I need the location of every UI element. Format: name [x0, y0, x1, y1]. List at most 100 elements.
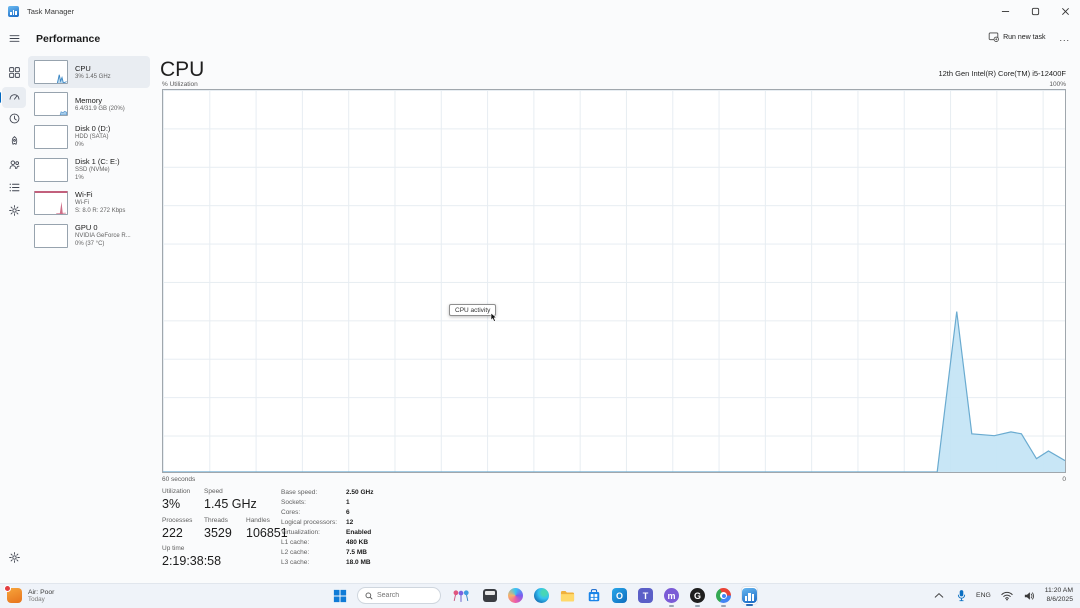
taskbar-icon-pins-app[interactable]: [450, 586, 472, 605]
tray-date: 8/6/2025: [1045, 596, 1073, 605]
cpu-spec-details: Base speed:2.50 GHzSockets:1Cores:6 Logic…: [281, 487, 373, 567]
services-icon: [8, 204, 21, 222]
taskbar-icon-chrome[interactable]: [715, 586, 732, 605]
m-app-icon: m: [664, 588, 679, 603]
processor-name: 12th Gen Intel(R) Core(TM) i5-12400F: [938, 69, 1066, 78]
taskbar-icon-files-dark-app[interactable]: [481, 586, 498, 605]
microsoft-store-icon: [587, 588, 601, 603]
task-manager-icon: [742, 588, 757, 603]
handles-label: Handles: [246, 517, 270, 524]
detail-row: L3 cache:18.0 MB: [281, 557, 373, 567]
x-right-label: 0: [1062, 476, 1066, 483]
sidebar-item-disk-0-d[interactable]: Disk 0 (D:)HDD (SATA)0%: [28, 120, 150, 153]
sidebar-item-line2: SSD (NVMe): [75, 166, 120, 174]
nav-item-services[interactable]: [2, 202, 26, 223]
run-new-task-button[interactable]: Run new task: [988, 31, 1045, 44]
sidebar-item-disk-1-c-e[interactable]: Disk 1 (C: E:)SSD (NVMe)1%: [28, 153, 150, 186]
weather-icon: [6, 587, 23, 604]
taskbar-icon-copilot[interactable]: [507, 586, 524, 605]
performance-icon: [8, 89, 21, 107]
pins-app-icon: [451, 588, 471, 603]
taskbar-icon-file-explorer[interactable]: [559, 586, 576, 605]
task-manager-app-icon: [8, 2, 19, 20]
disk-0-d-mini-chart: [34, 125, 68, 149]
hamburger-icon: [8, 32, 21, 50]
nav-item-users[interactable]: [2, 156, 26, 177]
taskbar-search[interactable]: [357, 587, 441, 604]
sidebar-item-line2: HDD (SATA): [75, 133, 110, 141]
sidebar-item-memory[interactable]: Memory6.4/31.9 GB (20%): [28, 88, 150, 120]
detail-value: Enabled: [346, 529, 371, 536]
detail-row: L2 cache:7.5 MB: [281, 547, 373, 557]
window-controls: [990, 0, 1080, 22]
more-options-button[interactable]: ...: [1059, 33, 1070, 43]
maximize-button[interactable]: [1020, 0, 1050, 22]
files-dark-app-icon: [483, 589, 497, 602]
search-input[interactable]: [377, 592, 435, 599]
tray-time: 11:20 AM: [1045, 587, 1073, 596]
taskbar-icon-teams[interactable]: T: [637, 586, 654, 605]
detail-label: Base speed:: [281, 489, 346, 496]
tray-wifi-icon[interactable]: [1000, 586, 1014, 605]
sidebar-item-title: Disk 1 (C: E:): [75, 157, 120, 166]
uptime-value: 2:19:38:58: [162, 554, 221, 568]
detail-row: Sockets:1: [281, 497, 373, 507]
detail-row: Virtualization:Enabled: [281, 527, 373, 537]
minimize-button[interactable]: [990, 0, 1020, 22]
sidebar-item-wi-fi[interactable]: Wi-FiWi-FiS: 8.0 R: 272 Kbps: [28, 186, 150, 219]
wi-fi-mini-chart: [34, 191, 68, 215]
taskbar-icon-g-app[interactable]: G: [689, 586, 706, 605]
detail-row: L1 cache:480 KB: [281, 537, 373, 547]
sidebar-item-title: Disk 0 (D:): [75, 124, 110, 133]
sidebar-item-line2: NVIDIA GeForce R...: [75, 232, 131, 240]
mouse-cursor-icon: [490, 311, 498, 329]
sidebar-item-line3: 1%: [75, 174, 120, 182]
taskbar-weather-widget[interactable]: Air: Poor Today: [6, 583, 54, 608]
cpu-mini-chart: [34, 60, 68, 84]
copilot-icon: [508, 588, 523, 603]
tray-clock[interactable]: 11:20 AM 8/6/2025: [1045, 587, 1073, 604]
nav-item-performance[interactable]: [2, 87, 26, 108]
start-button[interactable]: [331, 586, 348, 605]
taskbar-icon-task-manager[interactable]: [741, 586, 758, 605]
taskbar-icon-microsoft-store[interactable]: [585, 586, 602, 605]
gpu-0-mini-chart: [34, 224, 68, 248]
detail-row: Cores:6: [281, 507, 373, 517]
sidebar-item-line2: Wi-Fi: [75, 199, 125, 207]
teams-icon: T: [638, 588, 653, 603]
nav-item-app-history[interactable]: [2, 110, 26, 131]
taskbar-icon-edge[interactable]: [533, 586, 550, 605]
page-title: Performance: [36, 33, 100, 45]
uptime-label: Up time: [162, 545, 184, 552]
detail-row: Base speed:2.50 GHz: [281, 487, 373, 497]
tray-volume-icon[interactable]: [1023, 586, 1036, 605]
cpu-utilization-chart[interactable]: CPU activity: [162, 89, 1066, 473]
nav-item-processes[interactable]: [2, 64, 26, 85]
tray-microphone-icon[interactable]: [955, 586, 967, 605]
g-app-icon: G: [690, 588, 705, 603]
nav-item-details[interactable]: [2, 179, 26, 200]
sidebar-item-cpu[interactable]: CPU3% 1.45 GHz: [28, 56, 150, 88]
detail-label: L1 cache:: [281, 539, 346, 546]
weather-line1: Air: Poor: [28, 589, 54, 596]
run-new-task-label: Run new task: [1003, 34, 1045, 41]
detail-label: Logical processors:: [281, 519, 346, 526]
sidebar-item-line2: 6.4/31.9 GB (20%): [75, 105, 125, 113]
gear-icon: [8, 551, 21, 569]
sidebar-item-gpu-0[interactable]: GPU 0NVIDIA GeForce R...0% (37 °C): [28, 219, 150, 252]
search-icon: [365, 587, 373, 605]
taskbar-icon-m-app[interactable]: m: [663, 586, 680, 605]
details-icon: [8, 181, 21, 199]
processes-icon: [8, 66, 21, 84]
settings-button[interactable]: [2, 549, 26, 570]
speed-value: 1.45 GHz: [204, 497, 257, 511]
taskbar-icon-outlook[interactable]: O: [611, 586, 628, 605]
detail-value: 12: [346, 519, 353, 526]
tray-chevron-up-icon[interactable]: [932, 586, 946, 605]
detail-value: 6: [346, 509, 350, 516]
close-button[interactable]: [1050, 0, 1080, 22]
sidebar-item-line3: S: 8.0 R: 272 Kbps: [75, 207, 125, 215]
nav-menu-button[interactable]: [2, 30, 26, 51]
tray-language[interactable]: ENG: [976, 592, 991, 599]
nav-item-startup-apps[interactable]: [2, 133, 26, 154]
